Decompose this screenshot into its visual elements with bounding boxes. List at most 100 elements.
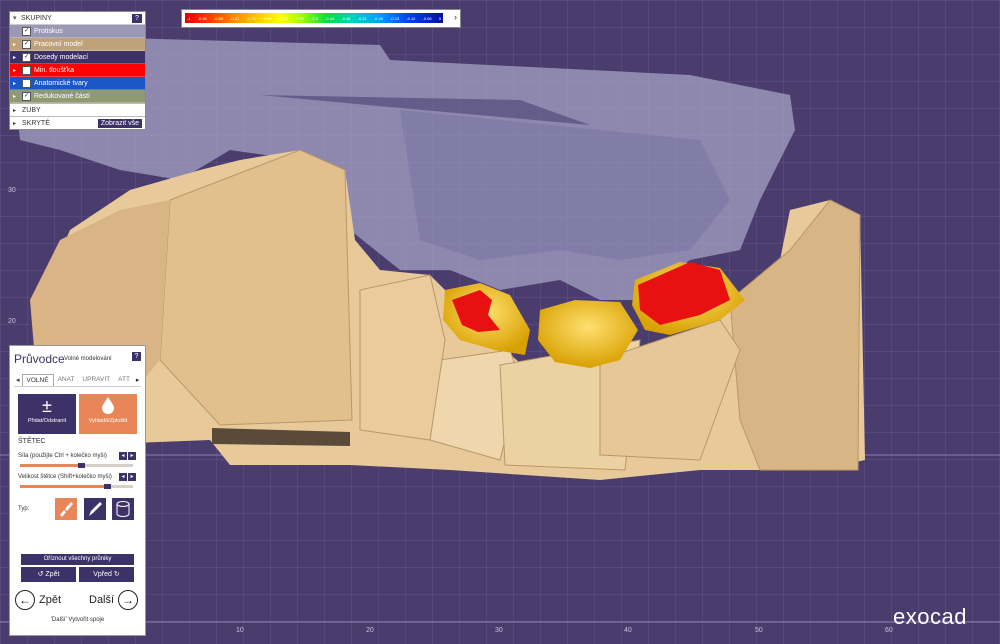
group-row-anatomic[interactable]: ▸ Anatomické tvary: [10, 77, 145, 90]
group-label: Redukované části: [34, 92, 90, 100]
scale-label: -0.56: [294, 15, 305, 21]
flat-brush-icon: [60, 502, 73, 517]
scale-label: -0.75: [246, 15, 256, 21]
visibility-checkbox[interactable]: ✓: [22, 52, 31, 62]
scale-label: -0.31: [357, 15, 367, 21]
tool-tabs: ◂ VOLNÉ ANAT UPRAVIT ATT ▸: [14, 373, 141, 387]
x-tick-30: 30: [495, 627, 503, 634]
pencil-brush-icon: [89, 502, 102, 516]
x-tick-40: 40: [624, 627, 632, 634]
scale-label: -0.5: [311, 15, 319, 21]
wizard-panel: Průvodce Volné modelování ? ◂ VOLNÉ ANAT…: [9, 345, 146, 636]
scale-label: -0.38: [341, 15, 351, 21]
back-button[interactable]: ← Zpět: [15, 590, 61, 610]
redo-button[interactable]: Vpřed ↻: [79, 567, 134, 582]
brush-heading: ŠTĚTEC: [18, 438, 46, 445]
brush-type-flat-button[interactable]: [55, 498, 77, 520]
x-tick-10: 10: [236, 627, 244, 634]
increase-icon[interactable]: ▸: [128, 473, 136, 481]
scale-label: -0.62: [278, 15, 288, 21]
brush-type-cylinder-button[interactable]: [112, 498, 134, 520]
y-tick-20: 20: [8, 318, 16, 325]
thickness-color-scale[interactable]: -1 -0.94 -0.88 -0.81 -0.75 -0.69 -0.62 -…: [181, 9, 461, 28]
scale-label: 0: [438, 15, 441, 21]
group-row-working-model[interactable]: ▸ ✓ Pracovní model: [10, 38, 145, 51]
droplet-icon: [79, 396, 137, 418]
tab-att[interactable]: ATT: [114, 374, 134, 385]
tab-free[interactable]: VOLNÉ: [21, 373, 54, 386]
scale-label: -0.88: [213, 15, 223, 21]
expand-arrow-icon[interactable]: ▸: [13, 93, 22, 100]
expand-arrow-icon[interactable]: ▸: [13, 67, 22, 74]
expand-arrow-icon[interactable]: ▸: [13, 120, 22, 127]
tab-edit[interactable]: UPRAVIT: [78, 374, 114, 385]
3d-viewport[interactable]: [0, 0, 1000, 644]
expand-arrow-icon[interactable]: ▸: [13, 107, 22, 114]
brush-type-pencil-button[interactable]: [84, 498, 106, 520]
strength-fill: [20, 464, 83, 467]
group-row-protiskus[interactable]: ✓ Protiskus: [10, 25, 145, 38]
groups-header[interactable]: ▾ SKUPINY ?: [10, 12, 145, 25]
scale-label: -0.25: [373, 15, 383, 21]
visibility-checkbox[interactable]: [22, 78, 31, 88]
brush-size-slider[interactable]: [20, 484, 133, 489]
groups-title: SKUPINY: [21, 14, 52, 22]
next-button[interactable]: Další →: [89, 590, 139, 610]
show-all-button[interactable]: Zobrazit vše: [97, 118, 142, 128]
brush-size-label: Velikost štětce (Shift+kolečko myši): [18, 474, 112, 480]
tab-prev-icon[interactable]: ◂: [14, 376, 22, 384]
next-label: Další: [89, 594, 115, 606]
expand-arrow-icon[interactable]: ▸: [13, 80, 22, 87]
teeth-section-header[interactable]: ▸ ZUBY: [10, 103, 145, 116]
cut-all-intersections-button[interactable]: Oříznout všechny průniky: [21, 554, 134, 565]
scale-label: -0.44: [325, 15, 335, 21]
visibility-checkbox[interactable]: ✓: [22, 39, 31, 49]
scale-expand-icon[interactable]: ›: [454, 12, 457, 22]
expand-arrow-icon[interactable]: ▸: [13, 41, 22, 48]
undo-button[interactable]: ↺ Zpět: [21, 567, 76, 582]
visibility-checkbox[interactable]: [22, 65, 31, 75]
x-tick-50: 50: [755, 627, 763, 634]
scale-label: -0.69: [262, 15, 272, 21]
scale-label: -0.81: [230, 15, 240, 21]
scale-label: -0.19: [390, 15, 400, 21]
visibility-checkbox[interactable]: ✓: [22, 91, 31, 101]
add-remove-label: Přidat/Odstranit: [27, 418, 67, 424]
back-label: Zpět: [39, 594, 62, 606]
scale-labels: -1 -0.94 -0.88 -0.81 -0.75 -0.69 -0.62 -…: [185, 13, 443, 23]
slider-handle[interactable]: [78, 463, 86, 468]
scene-canvas[interactable]: [0, 0, 1000, 644]
next-step-hint: 'Další' Vytvořit spoje: [50, 617, 105, 623]
tab-next-icon[interactable]: ▸: [134, 376, 142, 384]
strength-label: Síla (použijte Ctrl + kolečko myši): [18, 453, 107, 459]
cylinder-icon: [116, 501, 130, 517]
increase-icon[interactable]: ▸: [128, 452, 136, 460]
scale-label: -1: [187, 15, 191, 21]
groups-panel: ▾ SKUPINY ? ✓ Protiskus ▸ ✓ Pracovní mod…: [9, 11, 146, 130]
y-tick-30: 30: [8, 187, 16, 194]
group-label: Dosedy modelací: [34, 53, 89, 61]
add-remove-button[interactable]: ± Přidat/Odstranit: [18, 394, 76, 434]
wizard-title: Průvodce: [14, 352, 65, 366]
group-label: Pracovní model: [34, 40, 83, 48]
smooth-flatten-button[interactable]: Vyhladit/Zploštit: [79, 394, 137, 434]
help-button[interactable]: ?: [132, 352, 141, 361]
group-row-modelling[interactable]: ▸ ✓ Dosedy modelací: [10, 51, 145, 64]
decrease-icon[interactable]: ◂: [119, 452, 127, 460]
expand-arrow-icon[interactable]: ▸: [13, 54, 22, 61]
group-row-reduced[interactable]: ▸ ✓ Redukované části: [10, 90, 145, 103]
scale-label: -0.06: [422, 15, 432, 21]
slider-handle[interactable]: [104, 484, 112, 489]
x-tick-60: 60: [885, 627, 893, 634]
visibility-checkbox[interactable]: ✓: [22, 26, 31, 36]
teeth-label: ZUBY: [22, 106, 41, 114]
decrease-icon[interactable]: ◂: [119, 473, 127, 481]
arrow-right-icon: →: [118, 590, 139, 610]
help-button[interactable]: ?: [132, 13, 142, 23]
hidden-section-header[interactable]: ▸ SKRYTÉ Zobrazit vše: [10, 116, 145, 129]
chevron-down-icon[interactable]: ▾: [13, 14, 21, 22]
tab-anat[interactable]: ANAT: [54, 374, 79, 385]
strength-slider[interactable]: [20, 463, 133, 468]
brush-size-stepper: ◂ ▸: [119, 473, 136, 481]
group-row-min-thickness[interactable]: ▸ Min. tloušťka: [10, 64, 145, 77]
